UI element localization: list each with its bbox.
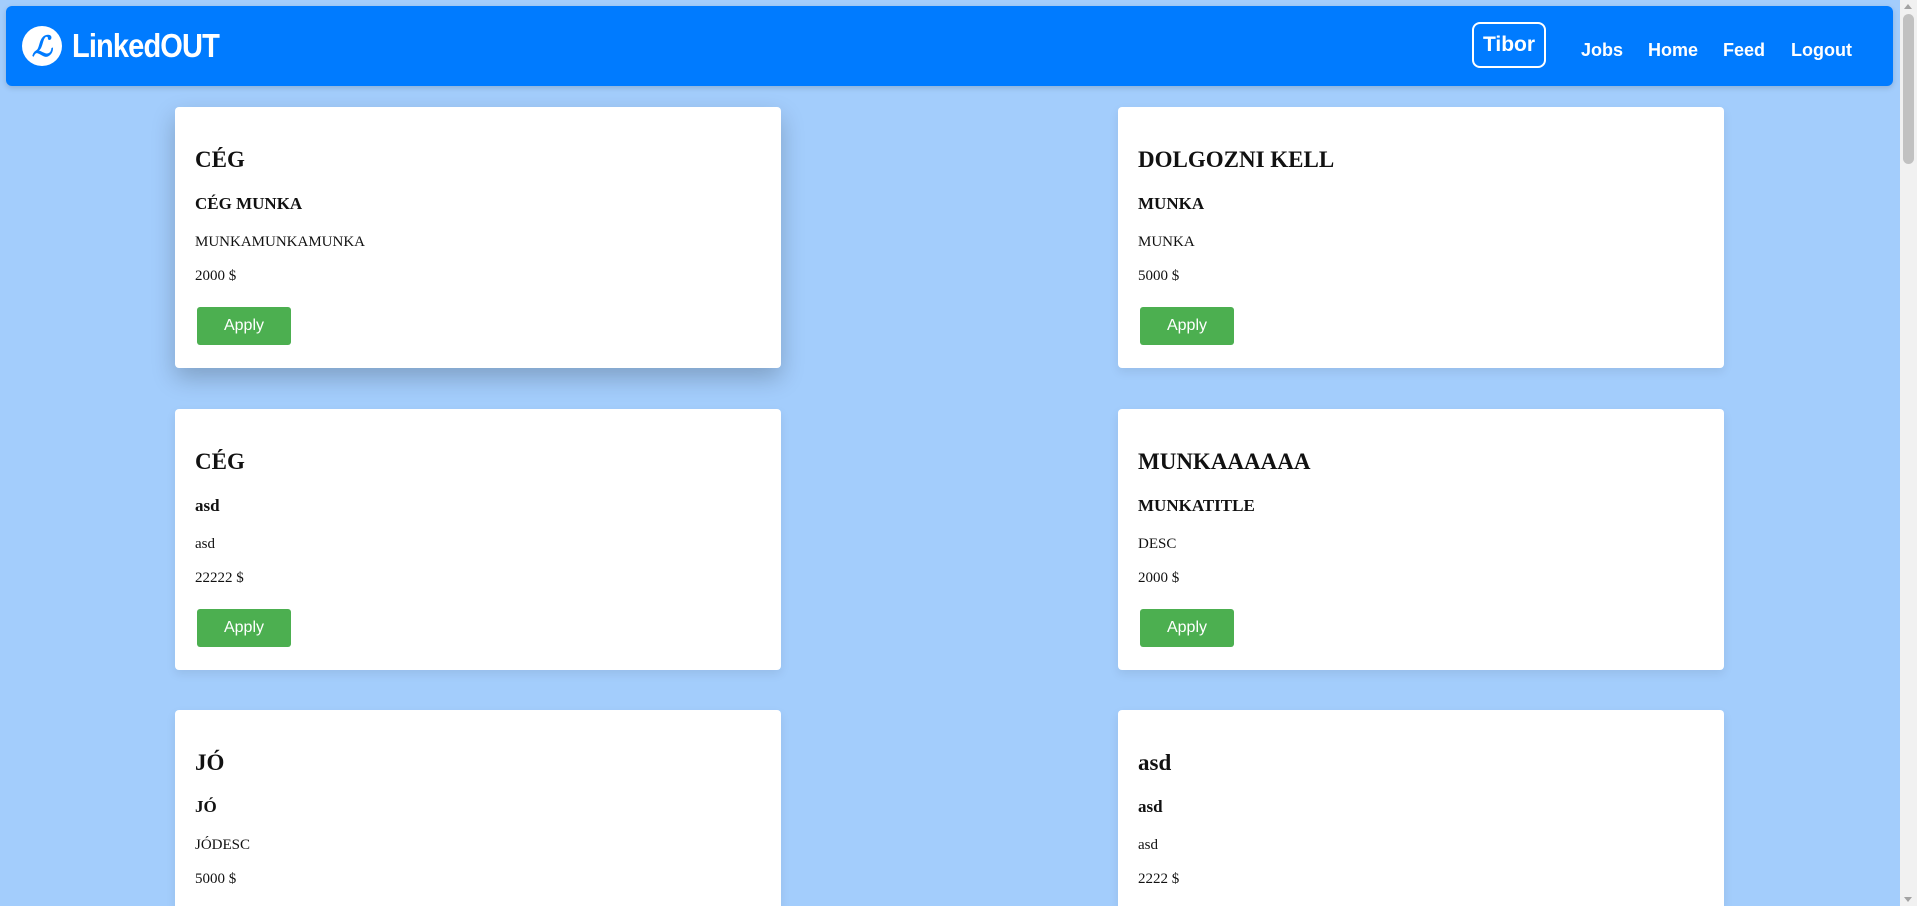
job-card: CÉG CÉG MUNKA MUNKAMUNKAMUNKA 2000 $ App… xyxy=(175,107,781,368)
job-company: CÉG xyxy=(195,449,245,474)
job-title: MUNKA xyxy=(1138,194,1205,213)
job-title: CÉG MUNKA xyxy=(195,194,303,213)
job-description: DESC xyxy=(1138,536,1177,552)
job-card: DOLGOZNI KELL MUNKA MUNKA 5000 $ Apply xyxy=(1118,107,1724,368)
job-salary: 22222 $ xyxy=(195,570,244,586)
nav-link-feed[interactable]: Feed xyxy=(1723,40,1765,61)
brand[interactable]: ℒ LinkedOUT xyxy=(22,26,239,66)
job-description: MUNKA xyxy=(1138,234,1195,250)
job-description: MUNKAMUNKAMUNKA xyxy=(195,234,366,250)
job-company: asd xyxy=(1138,750,1172,775)
vertical-scrollbar[interactable] xyxy=(1900,0,1917,906)
job-title: JÓ xyxy=(195,797,217,816)
apply-button[interactable]: Apply xyxy=(197,609,291,647)
user-profile-button[interactable]: Tibor xyxy=(1472,22,1546,68)
scroll-thumb[interactable] xyxy=(1903,14,1914,164)
nav-link-logout[interactable]: Logout xyxy=(1791,40,1852,61)
job-title: asd xyxy=(1138,797,1163,816)
job-company: CÉG xyxy=(195,147,245,172)
navbar: ℒ LinkedOUT Tibor Jobs Home Feed Logout xyxy=(6,6,1893,86)
job-salary: 5000 $ xyxy=(1138,268,1180,284)
job-company: DOLGOZNI KELL xyxy=(1138,147,1335,172)
job-card: JÓ JÓ JÓDESC 5000 $ xyxy=(175,710,781,906)
job-card: MUNKAAAAAA MUNKATITLE DESC 2000 $ Apply xyxy=(1118,409,1724,670)
job-salary: 5000 $ xyxy=(195,871,237,887)
nav-link-jobs[interactable]: Jobs xyxy=(1581,40,1623,61)
job-salary: 2000 $ xyxy=(195,268,237,284)
scroll-up-icon[interactable] xyxy=(1904,4,1912,9)
brand-name: LinkedOUT xyxy=(72,27,220,64)
job-card: CÉG asd asd 22222 $ Apply xyxy=(175,409,781,670)
apply-button[interactable]: Apply xyxy=(1140,307,1234,345)
job-company: MUNKAAAAAA xyxy=(1138,449,1311,474)
job-title: MUNKATITLE xyxy=(1138,496,1255,515)
linkedout-logo-icon: ℒ xyxy=(22,26,62,66)
apply-button[interactable]: Apply xyxy=(1140,609,1234,647)
job-salary: 2000 $ xyxy=(1138,570,1180,586)
job-description: asd xyxy=(195,536,215,552)
job-description: JÓDESC xyxy=(195,837,251,853)
scroll-down-icon[interactable] xyxy=(1904,897,1912,902)
apply-button[interactable]: Apply xyxy=(197,307,291,345)
job-salary: 2222 $ xyxy=(1138,871,1180,887)
job-card: asd asd asd 2222 $ xyxy=(1118,710,1724,906)
job-title: asd xyxy=(195,496,220,515)
job-company: JÓ xyxy=(195,750,225,775)
job-description: asd xyxy=(1138,837,1158,853)
nav-link-home[interactable]: Home xyxy=(1648,40,1698,61)
